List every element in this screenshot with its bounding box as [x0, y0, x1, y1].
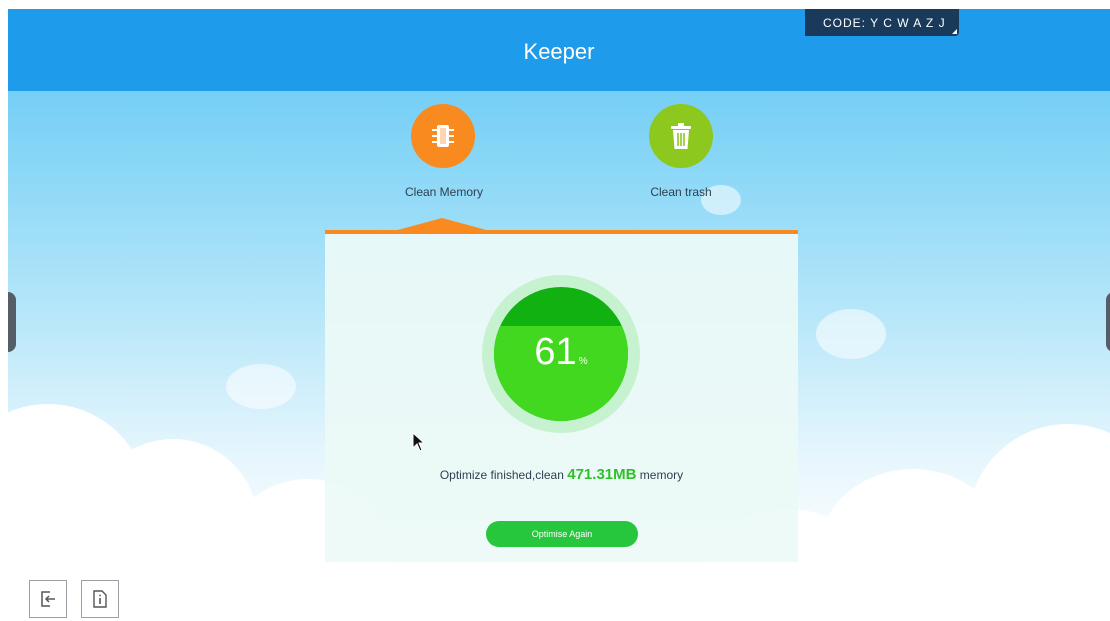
trash-icon: [671, 123, 691, 149]
result-suffix: memory: [636, 468, 684, 482]
exit-button[interactable]: [29, 580, 67, 618]
bottom-toolbar: [0, 569, 1110, 621]
memory-chip-icon: [432, 125, 454, 147]
mouse-cursor-icon: [412, 432, 426, 452]
keeper-screen: Keeper CODE: Y C W A Z J Clean Memory Cl…: [0, 0, 1110, 621]
code-badge: CODE: Y C W A Z J: [805, 9, 959, 36]
memory-gauge: 61%: [494, 287, 628, 421]
tab-indicator-bar: [325, 230, 798, 234]
result-prefix: Optimize finished,clean: [439, 468, 568, 482]
tab-clean-trash-label[interactable]: Clean trash: [611, 185, 751, 199]
tab-clean-memory-label[interactable]: Clean Memory: [374, 185, 514, 199]
optimise-again-button[interactable]: Optimise Again: [486, 521, 638, 547]
top-strip: [0, 0, 1110, 9]
tab-clean-trash[interactable]: [649, 104, 713, 168]
code-label: CODE: Y C W A Z J: [823, 16, 946, 30]
badge-corner-icon: [952, 29, 957, 34]
right-drawer-handle[interactable]: [1106, 292, 1110, 352]
cleaned-amount: 471.31MB: [567, 466, 637, 483]
info-document-icon: [93, 590, 107, 608]
exit-icon: [41, 591, 55, 607]
app-title: Keeper: [523, 39, 595, 64]
memory-gauge-value: 61%: [494, 331, 628, 374]
gauge-unit: %: [578, 356, 588, 367]
tab-clean-memory[interactable]: [411, 104, 475, 168]
info-button[interactable]: [81, 580, 119, 618]
left-drawer-handle[interactable]: [8, 292, 16, 352]
cloud-decoration: [226, 364, 296, 409]
cloud-decoration: [816, 309, 886, 359]
gauge-number: 61: [534, 331, 577, 373]
result-message: Optimize finished,clean 471.31MB memory: [325, 466, 798, 483]
